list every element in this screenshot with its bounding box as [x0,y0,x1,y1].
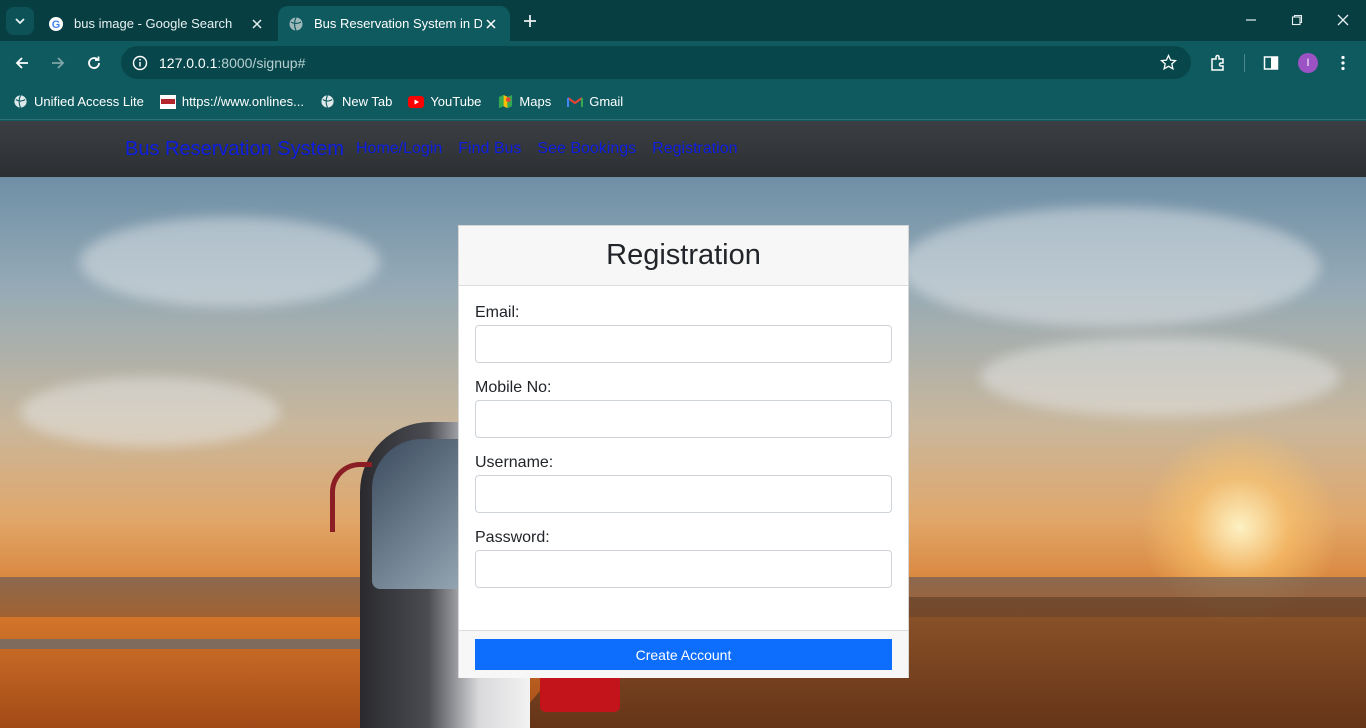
close-icon[interactable] [482,15,500,33]
tab-google-search[interactable]: G bus image - Google Search [38,6,276,41]
form-title: Registration [606,239,761,271]
card-body: Email: Mobile No: Username: Password: [459,286,908,630]
reload-button[interactable] [81,50,107,76]
cloud [980,337,1340,417]
username-label: Username: [475,454,554,471]
bookmark-new-tab[interactable]: New Tab [320,94,392,110]
arrow-right-icon [52,57,65,69]
tab-search-button[interactable] [6,7,34,35]
close-icon[interactable] [248,15,266,33]
extensions-icon[interactable] [1207,52,1229,74]
bookmark-maps[interactable]: Maps [497,94,551,110]
bookmark-youtube[interactable]: YouTube [408,94,481,110]
nav-links: Home/Login Find Bus See Bookings Registr… [356,140,754,158]
email-label: Email: [475,304,520,321]
email-field-group: Email: [475,304,892,363]
bus-mirror [330,462,372,532]
globe-icon [320,94,336,110]
address-bar[interactable]: 127.0.0.1:8000/signup# [121,46,1191,79]
bookmark-label: Unified Access Lite [34,94,144,109]
card-header: Registration [459,226,908,286]
guard-rail [0,639,380,649]
chevron-down-icon [15,18,25,25]
nav-link-home-login[interactable]: Home/Login [356,140,442,158]
cloud [20,377,280,447]
username-field-group: Username: [475,454,892,513]
registration-card: Registration Email: Mobile No: Username:… [458,225,909,678]
nsdl-icon [159,94,176,110]
bookmark-label: YouTube [430,94,482,109]
menu-icon[interactable] [1332,52,1354,74]
reload-icon [88,56,100,69]
cloud [80,217,380,307]
restore-button[interactable] [1282,8,1312,32]
nav-link-see-bookings[interactable]: See Bookings [537,140,636,158]
password-label: Password: [475,529,550,546]
site-info-icon[interactable] [123,55,157,71]
tab-title: bus image - Google Search [74,16,233,31]
google-icon: G [48,16,64,32]
url-path: :8000/signup# [217,54,306,71]
tab-bus-reservation[interactable]: Bus Reservation System in Djang [278,6,510,41]
close-icon [1337,14,1349,26]
bookmark-onlines[interactable]: https://www.onlines... [159,94,304,110]
bookmark-unified-access[interactable]: Unified Access Lite [12,94,144,110]
cloud [900,207,1320,327]
username-input[interactable] [475,475,892,513]
arrow-left-icon [15,57,28,69]
mobile-input[interactable] [475,400,892,438]
bookmarks-bar: Unified Access Lite https://www.onlines.… [0,84,1366,120]
site-brand[interactable]: Bus Reservation System [125,138,344,161]
nav-link-registration[interactable]: Registration [652,140,737,158]
toolbar-separator [1244,54,1245,72]
browser-toolbar: 127.0.0.1:8000/signup# I [0,41,1366,84]
forward-button[interactable] [45,50,71,76]
create-account-button[interactable]: Create Account [475,639,892,670]
bookmark-label: New Tab [341,94,393,109]
globe-icon [288,16,304,32]
minimize-icon [1246,19,1256,21]
password-input[interactable] [475,550,892,588]
bus-stripe [540,672,620,712]
back-button[interactable] [9,50,35,76]
email-input[interactable] [475,325,892,363]
maps-icon [497,94,513,110]
card-footer: Create Account [459,630,908,678]
globe-icon [12,94,28,110]
bookmark-star-icon[interactable] [1159,53,1178,76]
password-field-group: Password: [475,529,892,588]
youtube-icon [408,94,425,110]
tab-strip: G bus image - Google Search Bus Reservat… [0,0,1366,41]
bookmark-label: https://www.onlines... [181,94,304,109]
bookmark-label: Maps [519,94,552,109]
gmail-icon [567,94,584,110]
new-tab-button[interactable] [518,9,542,33]
tab-title: Bus Reservation System in Djang [314,16,482,31]
plus-icon [524,15,536,27]
nav-link-find-bus[interactable]: Find Bus [458,140,521,158]
mobile-label: Mobile No: [475,379,552,396]
side-panel-icon[interactable] [1260,52,1282,74]
site-navbar: Bus Reservation System Home/Login Find B… [0,121,1366,177]
bookmark-label: Gmail [589,94,624,109]
svg-text:G: G [52,19,61,31]
url-host: 127.0.0.1 [159,54,218,71]
restore-icon [1291,14,1303,26]
bookmark-gmail[interactable]: Gmail [567,94,623,110]
profile-avatar[interactable]: I [1298,53,1318,73]
close-window-button[interactable] [1328,8,1358,32]
minimize-button[interactable] [1236,8,1266,32]
mobile-field-group: Mobile No: [475,379,892,438]
